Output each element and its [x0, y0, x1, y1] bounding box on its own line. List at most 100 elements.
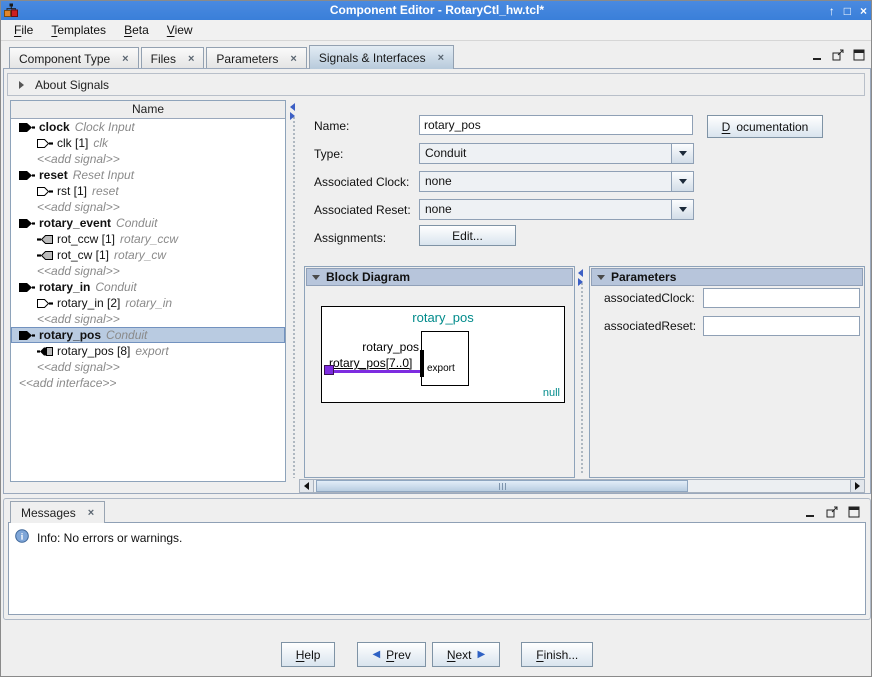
- block-diagram-title: Block Diagram: [326, 270, 410, 284]
- tab-files[interactable]: Files ×: [141, 47, 205, 69]
- tree-item-label: rotary_in: [39, 280, 90, 294]
- close-icon[interactable]: ×: [860, 5, 867, 17]
- horizontal-scrollbar[interactable]: [299, 479, 865, 493]
- diagram-export-label: export: [427, 363, 455, 374]
- float-pane-icon[interactable]: [832, 48, 844, 66]
- interface-icon: [19, 219, 35, 228]
- maximize-pane-icon[interactable]: [848, 505, 860, 523]
- tree-row[interactable]: <<add interface>>: [11, 375, 285, 391]
- tree-row[interactable]: clockClock Input: [11, 119, 285, 135]
- tree-row[interactable]: rotary_in Conduit: [11, 279, 285, 295]
- tab-label: Files: [151, 52, 176, 66]
- menu-item-view[interactable]: View: [158, 21, 202, 39]
- messages-panel: Messages × i Info: No errors or warnings…: [3, 498, 871, 620]
- tree-row[interactable]: rst [1]reset: [11, 183, 285, 199]
- tree-item-label: clk [1]: [57, 136, 88, 150]
- tree-item-type: rotary_cw: [114, 248, 166, 262]
- tree-item-label: rst [1]: [57, 184, 87, 198]
- tree-row[interactable]: <<add signal>>: [11, 359, 285, 375]
- tab-parameters[interactable]: Parameters×: [206, 47, 306, 69]
- output-signal-icon: [37, 235, 53, 244]
- collapse-left-icon[interactable]: [290, 103, 295, 111]
- edit-assignments-button[interactable]: Edit...: [419, 225, 516, 246]
- tab-messages[interactable]: Messages ×: [10, 501, 105, 523]
- tab-component-type[interactable]: Component Type×: [9, 47, 139, 69]
- dropdown-arrow-icon[interactable]: [671, 144, 693, 163]
- tab-close-icon[interactable]: ×: [188, 53, 194, 65]
- tree-item-label: rotary_pos [8]: [57, 344, 130, 358]
- finish-button[interactable]: Finish...: [521, 642, 593, 667]
- tree-row[interactable]: resetReset Input: [11, 167, 285, 183]
- dropdown-arrow-icon[interactable]: [671, 200, 693, 219]
- menu-item-file[interactable]: File: [5, 21, 42, 39]
- tree-header-name: Name: [11, 101, 285, 119]
- associated-reset-value: none: [420, 200, 671, 219]
- associated-reset-dropdown[interactable]: none: [419, 199, 694, 220]
- tree-row[interactable]: rotary_in [2]rotary_in: [11, 295, 285, 311]
- tree-row[interactable]: <<add signal>>: [11, 263, 285, 279]
- tree-item-type: Conduit: [116, 216, 157, 230]
- tab-close-icon[interactable]: ×: [122, 53, 128, 65]
- associated-clock-param-input[interactable]: [703, 288, 860, 308]
- prev-arrow-icon: ◀: [372, 649, 380, 660]
- tree-row[interactable]: clk [1]clk: [11, 135, 285, 151]
- tree-row[interactable]: <<add signal>>: [11, 151, 285, 167]
- maximize-icon[interactable]: □: [844, 5, 851, 17]
- scroll-right-icon[interactable]: [850, 480, 864, 492]
- parameters-title: Parameters: [611, 270, 676, 284]
- associated-reset-param-input[interactable]: [703, 316, 860, 336]
- tree-item-type: Clock Input: [75, 120, 135, 134]
- name-input[interactable]: [419, 115, 693, 135]
- tree-row[interactable]: rot_cw [1] rotary_cw: [11, 247, 285, 263]
- footer-buttons: Help ◀Prev Next▶ Finish...: [1, 642, 872, 667]
- tab-signals-interfaces[interactable]: Signals & Interfaces×: [309, 45, 454, 69]
- tab-close-icon[interactable]: ×: [88, 507, 94, 519]
- shade-icon[interactable]: ↑: [829, 5, 835, 17]
- tree-item-type: Conduit: [95, 280, 136, 294]
- collapse-left-icon[interactable]: [578, 269, 583, 277]
- tree-row[interactable]: <<add signal>>: [11, 311, 285, 327]
- next-arrow-icon: ▶: [478, 649, 486, 660]
- float-pane-icon[interactable]: [826, 505, 838, 523]
- component-editor-window: Component Editor - RotaryCtl_hw.tcl* ↑ □…: [0, 0, 872, 677]
- minimize-pane-icon[interactable]: [811, 48, 823, 66]
- about-signals-bar[interactable]: About Signals: [7, 73, 865, 96]
- associated-clock-dropdown[interactable]: none: [419, 171, 694, 192]
- tree-item-label: <<add signal>>: [37, 264, 120, 278]
- associated-clock-value: none: [420, 172, 671, 191]
- dropdown-arrow-icon[interactable]: [671, 172, 693, 191]
- tree-row[interactable]: <<add signal>>: [11, 199, 285, 215]
- tree-row[interactable]: rotary_pos [8]export: [11, 343, 285, 359]
- export-signal-icon: [37, 347, 53, 356]
- info-icon: i: [15, 529, 29, 546]
- parameters-header[interactable]: Parameters: [591, 268, 863, 286]
- scroll-left-icon[interactable]: [300, 480, 314, 492]
- splitter-grip: [580, 282, 584, 474]
- input-signal-icon: [37, 187, 53, 196]
- tree-item-type: rotary_ccw: [120, 232, 178, 246]
- collapse-arrow-icon: [597, 275, 605, 280]
- input-signal-icon: [37, 299, 53, 308]
- next-button[interactable]: Next▶: [432, 642, 500, 667]
- tree-row[interactable]: rotary_posConduit: [11, 327, 285, 343]
- tab-close-icon[interactable]: ×: [290, 53, 296, 65]
- prev-button[interactable]: ◀Prev: [357, 642, 425, 667]
- tree-item-label: rot_cw [1]: [57, 248, 109, 262]
- block-diagram-header[interactable]: Block Diagram: [306, 268, 573, 286]
- type-label: Type:: [314, 147, 343, 161]
- minimize-pane-icon[interactable]: [804, 505, 816, 523]
- maximize-pane-icon[interactable]: [853, 48, 865, 66]
- tree-row[interactable]: rot_ccw [1]rotary_ccw: [11, 231, 285, 247]
- menu-item-beta[interactable]: Beta: [115, 21, 158, 39]
- documentation-button[interactable]: Documentation: [707, 115, 823, 138]
- help-button[interactable]: Help: [281, 642, 336, 667]
- diagram-port-group-label: rotary_pos: [342, 340, 419, 354]
- type-dropdown[interactable]: Conduit: [419, 143, 694, 164]
- diagram-module-box: rotary_pos rotary_pos rotary_pos[7..0] e…: [321, 306, 565, 403]
- scrollbar-thumb[interactable]: [316, 480, 688, 492]
- tree-row[interactable]: rotary_eventConduit: [11, 215, 285, 231]
- signals-interfaces-panel: About Signals Name clockClock Inputclk […: [3, 68, 871, 494]
- tab-close-icon[interactable]: ×: [438, 52, 444, 64]
- menu-item-templates[interactable]: Templates: [42, 21, 115, 39]
- detail-splitter[interactable]: [576, 266, 588, 478]
